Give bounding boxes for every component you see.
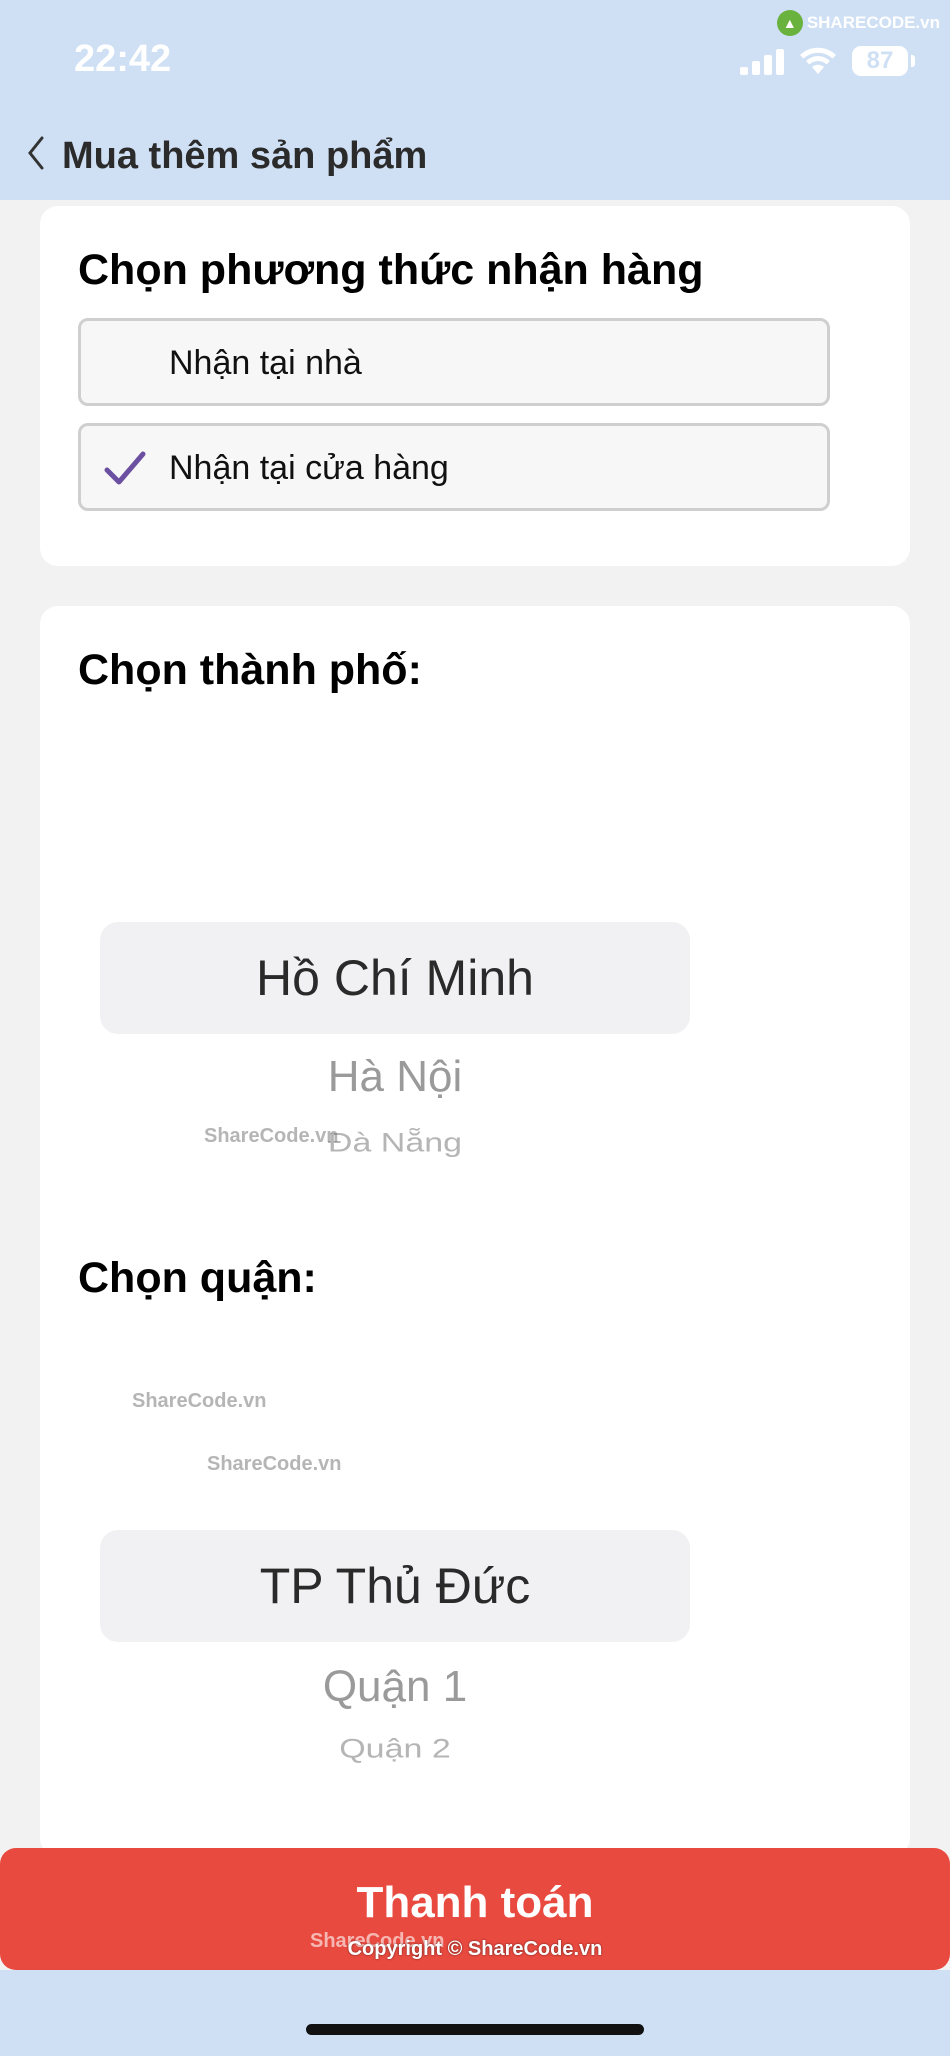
city-title: Chọn thành phố:	[78, 646, 422, 694]
delivery-method-title: Chọn phương thức nhận hàng	[78, 246, 704, 294]
district-title: Chọn quận:	[78, 1254, 317, 1302]
battery-icon: 87	[852, 46, 915, 76]
home-indicator[interactable]	[306, 2024, 644, 2035]
location-card: Chọn thành phố: Hồ Chí Minh Hà Nội Đà Nẵ…	[40, 606, 910, 1856]
battery-level: 87	[866, 47, 894, 74]
back-chevron-icon[interactable]	[22, 128, 52, 178]
district-option[interactable]: Quận 2	[100, 1734, 690, 1764]
copyright-watermark: Copyright © ShareCode.vn	[347, 1938, 603, 1960]
district-option[interactable]: Quận 1	[100, 1662, 690, 1712]
bottom-safe-area	[0, 1970, 950, 2056]
district-selected-value: TP Thủ Đức	[259, 1558, 531, 1614]
watermark-text: ShareCode.vn	[204, 1125, 339, 1147]
district-picker-selected[interactable]: TP Thủ Đức	[100, 1530, 690, 1642]
city-selected-value: Hồ Chí Minh	[256, 950, 534, 1006]
option-home-delivery[interactable]: Nhận tại nhà	[78, 318, 830, 406]
payment-button-label: Thanh toán	[356, 1878, 594, 1927]
checkmark-icon	[104, 451, 146, 485]
option-home-delivery-label: Nhận tại nhà	[169, 344, 362, 382]
city-picker[interactable]: Hồ Chí Minh Hà Nội Đà Nẵng	[100, 922, 690, 1192]
page-title: Mua thêm sản phẩm	[62, 135, 428, 177]
delivery-method-card: Chọn phương thức nhận hàng Nhận tại nhà …	[40, 206, 910, 566]
option-store-pickup[interactable]: Nhận tại cửa hàng	[78, 423, 830, 511]
city-option[interactable]: Hà Nội	[100, 1052, 690, 1102]
city-option[interactable]: Đà Nẵng	[100, 1128, 690, 1158]
watermark-text: ShareCode.vn	[207, 1453, 342, 1475]
sharecode-logo-text: SHARECODE.vn	[806, 13, 940, 32]
wifi-icon	[800, 47, 836, 74]
status-time: 22:42	[74, 38, 172, 80]
navigation-bar: Mua thêm sản phẩm	[0, 110, 950, 200]
cellular-signal-icon	[740, 47, 784, 75]
status-bar: 22:42 ▲ SHARECODE.vn 87	[0, 0, 950, 110]
district-picker[interactable]: TP Thủ Đức Quận 1 Quận 2	[100, 1530, 690, 1800]
sharecode-logo: ▲ SHARECODE.vn	[776, 10, 940, 36]
status-icons: 87	[740, 44, 915, 78]
watermark-text: ShareCode.vn	[132, 1390, 267, 1412]
sharecode-logo-icon: ▲	[776, 10, 803, 36]
option-store-pickup-label: Nhận tại cửa hàng	[169, 449, 449, 487]
city-picker-selected[interactable]: Hồ Chí Minh	[100, 922, 690, 1034]
